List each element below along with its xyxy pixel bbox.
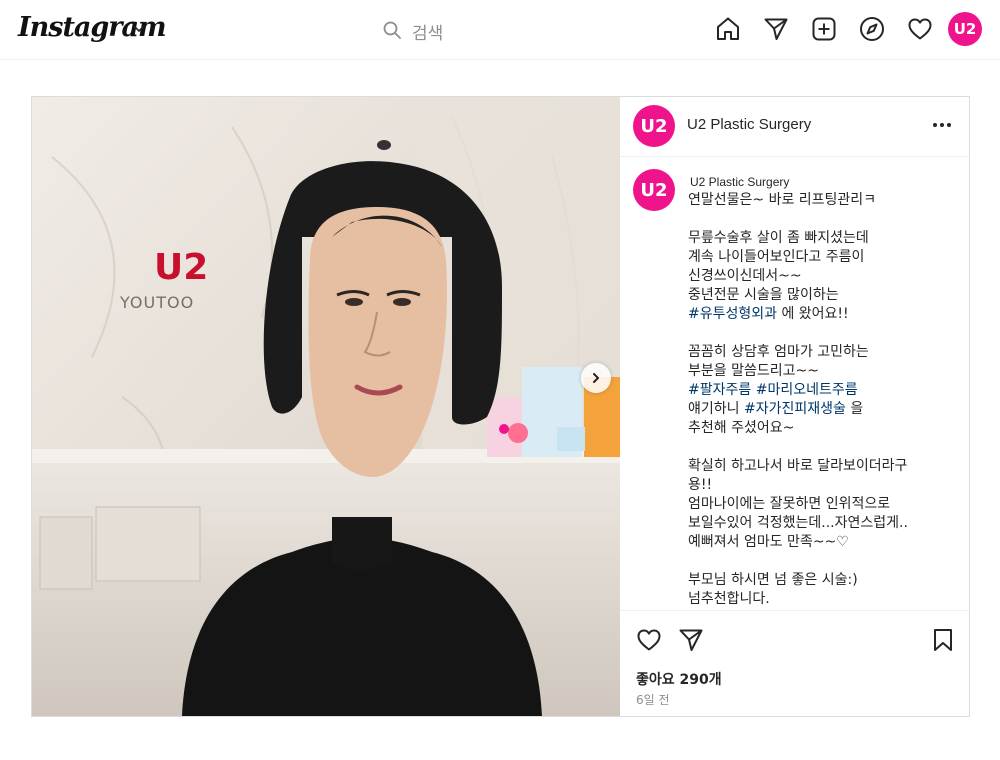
caption-line [688,324,958,343]
save-button[interactable] [928,625,958,655]
search-icon [383,21,401,39]
caption-line: #팔자주름 #마리오네트주름 [688,381,958,400]
more-options-button[interactable] [930,115,954,135]
caption-line: 부모님 하시면 넘 좋은 시술:) [688,571,958,590]
caption-text-segment: 계속 나이들어보인다고 주름이 [688,249,865,265]
sign-text: YOUTOO [119,293,194,312]
new-post-icon[interactable] [808,12,840,46]
hashtag-link[interactable]: #마리오네트주름 [756,382,858,398]
caption-text-segment: 연말선물은~ 바로 리프팅관리ㅋ [688,192,877,208]
more-icon [933,123,951,127]
caption-text-segment: 에 왔어요!! [777,306,849,322]
post-actions: 좋아요 290개 6일 전 [620,610,969,716]
author-name[interactable]: U2 Plastic Surgery [687,116,811,133]
caption-line: 얘기하니 #자가진피재생술 을 [688,400,958,419]
caption-author-avatar[interactable]: U2 [633,169,675,211]
caption-area: U2 U2 Plastic Surgery 연말선물은~ 바로 리프팅관리ㅋ 무릎… [620,158,969,610]
post-sidebar: U2 U2 Plastic Surgery U2 U2 Plastic Surg… [620,97,969,716]
share-button[interactable] [676,625,706,655]
caption-line: 용!! [688,476,958,495]
caption-text-segment: 부모님 하시면 넘 좋은 시술:) [688,572,858,588]
next-arrow-icon [593,373,599,383]
caption-author-name[interactable]: U2 Plastic Surgery [690,175,789,189]
caption-text-segment: 무릎수술후 살이 좀 빠지셨는데 [688,230,869,246]
caption-line: 계속 나이들어보인다고 주름이 [688,248,958,267]
hashtag-link[interactable]: #유투성형외과 [688,306,777,322]
next-photo-button[interactable] [581,363,611,393]
caption-text-segment: 용!! [688,477,713,493]
top-navigation-bar: Instagram 검색 U2 [0,0,1000,60]
explore-icon[interactable] [856,12,888,46]
post-image: U2 YOUTOO [32,97,620,716]
caption-line: 추천해 주셨어요~ [688,419,958,438]
send-icon[interactable] [760,12,792,46]
caption-text-segment: 신경쓰이신데서~~ [688,268,802,284]
caption-text-segment: 보일수있어 걱정했는데...자연스럽게.. [688,515,908,531]
post-card: U2 YOUTOO U2 U2 Plastic Surgery U2 U2 Pl… [31,96,970,717]
sign-logo: U2 [154,247,208,288]
post-header: U2 U2 Plastic Surgery [620,97,969,157]
caption-text-segment: 확실히 하고나서 바로 달라보이더라구 [688,458,908,474]
caption-line: 보일수있어 걱정했는데...자연스럽게.. [688,514,958,533]
post-timestamp[interactable]: 6일 전 [636,691,670,708]
search-input[interactable]: 검색 [412,19,443,44]
heart-icon[interactable] [904,12,936,46]
caption-line: 예뻐져서 엄마도 만족~~♡ [688,533,958,552]
caption-text-segment: 중년전문 시술을 많이하는 [688,287,839,303]
caption-text-segment: 부분을 말씀드리고~~ [688,363,819,379]
caption-text-segment: 꼼꼼히 상담후 엄마가 고민하는 [688,344,869,360]
send-icon [679,629,703,651]
author-avatar[interactable]: U2 [633,105,675,147]
caption-text-segment: 엄마나이에는 잘못하면 인위적으로 [688,496,891,512]
caption-line: 엄마나이에는 잘못하면 인위적으로 [688,495,958,514]
caption-line: 부분을 말씀드리고~~ [688,362,958,381]
hashtag-link[interactable]: #자가진피재생술 [744,401,846,417]
caption-text-segment: 예뻐져서 엄마도 만족~~♡ [688,534,849,550]
caption-line: 꼼꼼히 상담후 엄마가 고민하는 [688,343,958,362]
heart-icon [637,629,661,651]
caption-text-segment: 넘추천합니다. [688,591,770,607]
caption-line: 넘추천합니다. [688,590,958,609]
caption-line: 연말선물은~ 바로 리프팅관리ㅋ [688,191,958,210]
caption-line: 중년전문 시술을 많이하는 [688,286,958,305]
hashtag-link[interactable]: #팔자주름 [688,382,751,398]
caption-text: 연말선물은~ 바로 리프팅관리ㅋ 무릎수술후 살이 좀 빠지셨는데계속 나이들어보… [688,191,958,609]
home-icon[interactable] [712,12,744,46]
caption-text-segment: 얘기하니 [688,401,744,417]
caption-line: 확실히 하고나서 바로 달라보이더라구 [688,457,958,476]
caption-line: 신경쓰이신데서~~ [688,267,958,286]
profile-avatar[interactable]: U2 [948,12,982,46]
caption-line [688,210,958,229]
chevron-down-icon[interactable] [132,22,146,36]
like-count[interactable]: 좋아요 290개 [636,669,722,689]
caption-line: 무릎수술후 살이 좀 빠지셨는데 [688,229,958,248]
post-photo[interactable]: U2 YOUTOO [32,97,620,716]
bookmark-icon [934,629,952,651]
like-button[interactable] [634,625,664,655]
caption-text-segment: 추천해 주셨어요~ [688,420,795,436]
caption-text-segment: 을 [845,401,864,417]
search-box[interactable]: 검색 [380,14,620,46]
caption-line: #유투성형외과 에 왔어요!! [688,305,958,324]
caption-line [688,438,958,457]
caption-line [688,552,958,571]
